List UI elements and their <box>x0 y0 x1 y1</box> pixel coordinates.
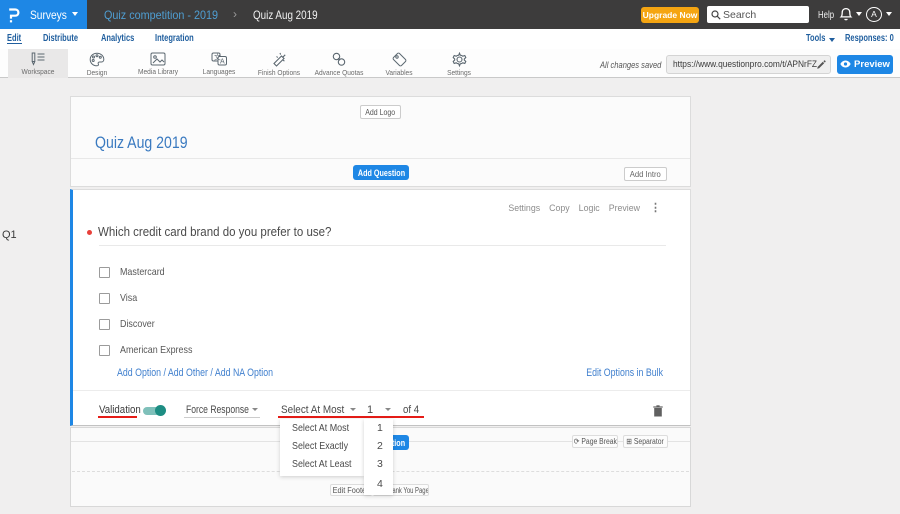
svg-text:A: A <box>220 58 225 65</box>
